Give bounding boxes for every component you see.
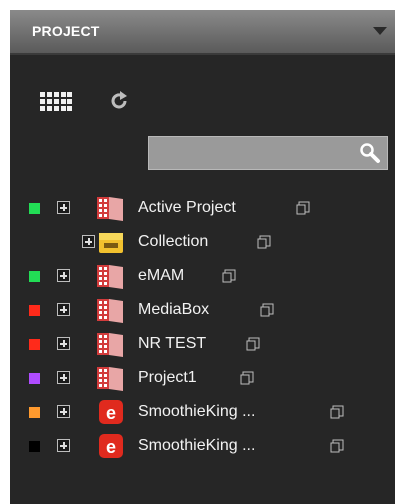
tree-item-label: SmoothieKing ... — [138, 403, 256, 420]
tree-item-label: Project1 — [138, 369, 197, 386]
tree-item-nr-test[interactable]: NR TEST — [10, 328, 395, 362]
status-dot — [29, 407, 40, 418]
grid-view-icon[interactable] — [40, 92, 72, 114]
expand-plus-icon[interactable] — [57, 439, 70, 452]
tree-item-collection[interactable]: Collection — [10, 226, 395, 260]
project-panel: PROJECT Active Project Collection eMAM M… — [10, 10, 395, 504]
collection-box-icon — [99, 233, 123, 253]
collapse-chevron-icon[interactable] — [373, 27, 387, 35]
e-brand-icon: e — [99, 434, 123, 458]
expand-plus-icon[interactable] — [57, 337, 70, 350]
popout-window-icon[interactable] — [330, 439, 344, 453]
search-box[interactable] — [148, 136, 388, 170]
tree-item-label: NR TEST — [138, 335, 207, 352]
project-book-icon — [97, 333, 123, 357]
e-brand-icon: e — [99, 400, 123, 424]
popout-window-icon[interactable] — [260, 303, 274, 317]
project-book-icon — [97, 265, 123, 289]
popout-window-icon[interactable] — [246, 337, 260, 351]
refresh-icon[interactable] — [108, 90, 130, 112]
popout-window-icon[interactable] — [240, 371, 254, 385]
expand-plus-icon[interactable] — [57, 201, 70, 214]
svg-text:e: e — [106, 403, 116, 423]
expand-plus-icon[interactable] — [57, 405, 70, 418]
status-dot — [29, 271, 40, 282]
panel-title: PROJECT — [32, 23, 100, 39]
status-dot — [29, 339, 40, 350]
search-icon[interactable] — [359, 142, 381, 164]
tree-item-emam[interactable]: eMAM — [10, 260, 395, 294]
tree-item-label: eMAM — [138, 267, 185, 284]
tree-item-label: MediaBox — [138, 301, 210, 318]
svg-text:e: e — [106, 437, 116, 457]
expand-plus-icon[interactable] — [57, 269, 70, 282]
project-book-icon — [97, 299, 123, 323]
panel-header[interactable]: PROJECT — [10, 10, 395, 55]
status-dot — [29, 441, 40, 452]
status-dot — [29, 305, 40, 316]
tree-item-label: Active Project — [138, 199, 236, 216]
tree-item-smoothieking-1[interactable]: e SmoothieKing ... — [10, 396, 395, 430]
tree-item-label: SmoothieKing ... — [138, 437, 256, 454]
tree-item-project1[interactable]: Project1 — [10, 362, 395, 396]
tree-item-smoothieking-2[interactable]: e SmoothieKing ... — [10, 430, 395, 464]
expand-plus-icon[interactable] — [57, 371, 70, 384]
tree-item-active-project[interactable]: Active Project — [10, 192, 395, 226]
expand-plus-icon[interactable] — [57, 303, 70, 316]
popout-window-icon[interactable] — [222, 269, 236, 283]
tree-item-mediabox[interactable]: MediaBox — [10, 294, 395, 328]
project-book-icon — [97, 367, 123, 391]
popout-window-icon[interactable] — [296, 201, 310, 215]
status-dot — [29, 373, 40, 384]
popout-window-icon[interactable] — [330, 405, 344, 419]
popout-window-icon[interactable] — [257, 235, 271, 249]
expand-plus-icon[interactable] — [82, 235, 95, 248]
tree-item-label: Collection — [138, 233, 209, 250]
search-input[interactable] — [153, 141, 357, 167]
status-dot — [29, 203, 40, 214]
project-book-icon — [97, 197, 123, 221]
